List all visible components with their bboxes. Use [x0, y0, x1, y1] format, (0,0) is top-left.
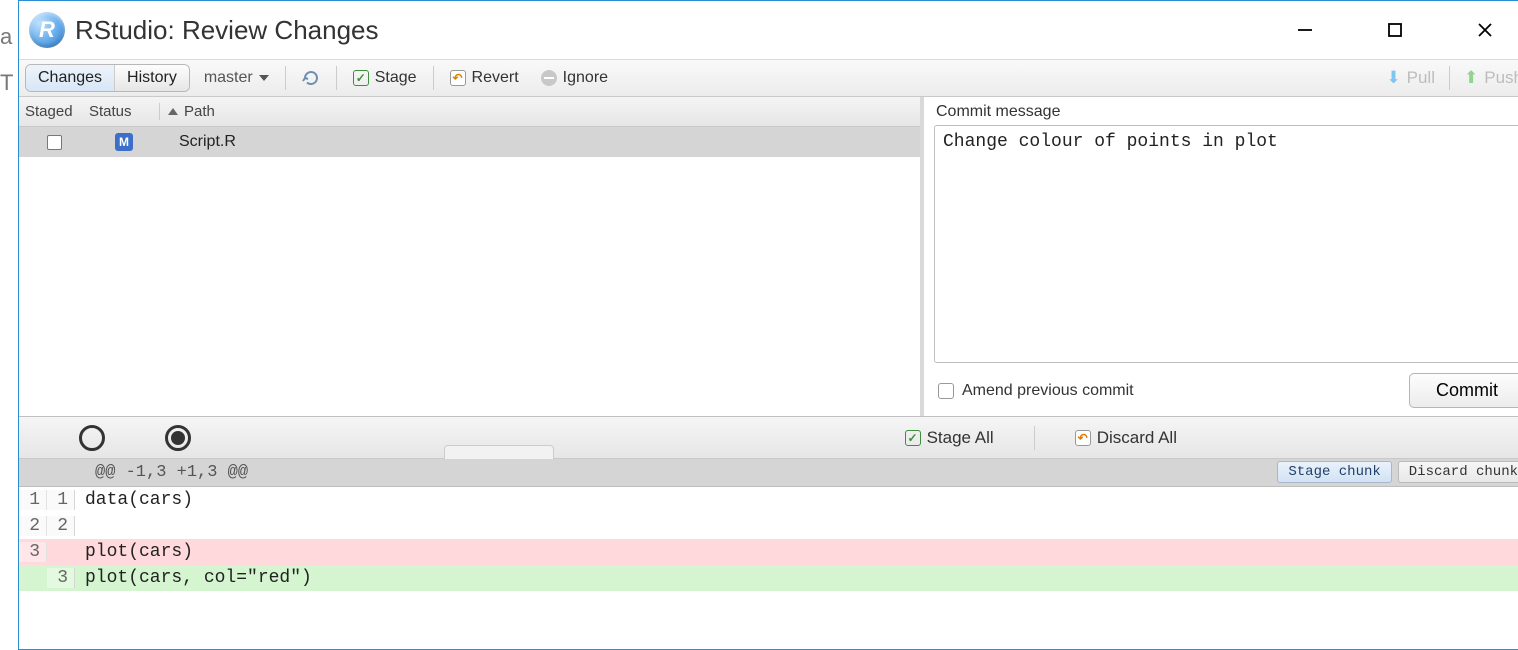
file-list-pane: Staged Status Path M Script.R — [19, 97, 924, 416]
window-title: RStudio: Review Changes — [75, 15, 379, 46]
ignore-icon — [541, 70, 557, 86]
commit-button[interactable]: Commit — [1409, 373, 1518, 408]
minimize-button[interactable] — [1285, 10, 1325, 50]
stage-chunk-button[interactable]: Stage chunk — [1277, 461, 1391, 483]
close-button[interactable] — [1465, 10, 1505, 50]
push-icon: ⬆ — [1464, 68, 1478, 88]
commit-bottom-bar: Amend previous commit Commit — [934, 373, 1518, 408]
stage-label: Stage — [375, 69, 417, 87]
branch-selector[interactable]: master — [196, 69, 277, 87]
chevron-down-icon — [259, 75, 269, 81]
push-label: Push — [1484, 68, 1518, 88]
gutter-new: 1 — [47, 490, 75, 510]
sort-asc-icon — [168, 108, 178, 115]
check-icon: ✓ — [353, 70, 369, 86]
file-status-cell: M — [89, 133, 159, 151]
diff-line[interactable]: 2 2 — [19, 513, 1518, 539]
file-row[interactable]: M Script.R — [19, 127, 920, 157]
diff-mode-radios — [29, 425, 191, 451]
separator — [1034, 426, 1035, 450]
pull-button[interactable]: ⬇ Pull — [1380, 68, 1441, 88]
diff-line-removed[interactable]: 3 plot(cars) — [19, 539, 1518, 565]
gutter-old: 2 — [19, 516, 47, 536]
stage-button[interactable]: ✓ Stage — [345, 65, 425, 91]
file-path: Script.R — [159, 133, 920, 151]
col-header-path[interactable]: Path — [159, 103, 920, 120]
separator — [336, 66, 337, 90]
commit-message-input[interactable] — [934, 125, 1518, 363]
col-label-path: Path — [184, 103, 215, 120]
diff-line-added[interactable]: 3 plot(cars, col="red") — [19, 565, 1518, 591]
gutter-old: 1 — [19, 490, 47, 510]
diff-line[interactable]: 1 1 data(cars) — [19, 487, 1518, 513]
discard-all-button[interactable]: ↶ Discard All — [1067, 424, 1185, 452]
tab-changes[interactable]: Changes — [26, 65, 115, 91]
ignore-button[interactable]: Ignore — [533, 65, 616, 91]
file-staged-cell — [19, 135, 89, 150]
separator — [1449, 66, 1450, 90]
hunk-range: @@ -1,3 +1,3 @@ — [95, 463, 248, 482]
discard-chunk-button[interactable]: Discard chunk — [1398, 461, 1518, 483]
titlebar: R RStudio: Review Changes — [19, 1, 1518, 59]
amend-checkbox[interactable] — [938, 383, 954, 399]
separator — [285, 66, 286, 90]
background-letter-a: a T — [0, 0, 13, 96]
stage-checkbox[interactable] — [47, 135, 62, 150]
refresh-icon — [302, 69, 320, 87]
gutter-new: 2 — [47, 516, 75, 536]
amend-label: Amend previous commit — [962, 382, 1134, 400]
maximize-button[interactable] — [1375, 10, 1415, 50]
commit-message-label: Commit message — [936, 103, 1518, 121]
col-header-staged[interactable]: Staged — [19, 103, 89, 120]
ignore-label: Ignore — [563, 69, 608, 87]
branch-name: master — [204, 69, 253, 87]
stage-all-label: Stage All — [927, 428, 994, 448]
gutter-old: 3 — [19, 542, 47, 562]
pull-icon: ⬇ — [1386, 68, 1400, 88]
refresh-button[interactable] — [294, 65, 328, 91]
commit-pane: Commit message Amend previous commit Com… — [924, 97, 1518, 416]
file-list-empty — [19, 157, 920, 416]
middle-pane: Staged Status Path M Script.R Commit mes… — [19, 97, 1518, 417]
diff-mode-radio-2[interactable] — [165, 425, 191, 451]
diff-code: data(cars) — [75, 490, 1518, 510]
diff-hunk-header: @@ -1,3 +1,3 @@ Stage chunk Discard chun… — [19, 459, 1518, 487]
revert-label: Revert — [472, 69, 519, 87]
status-modified-icon: M — [115, 133, 133, 151]
stage-all-button[interactable]: ✓ Stage All — [897, 424, 1002, 452]
view-toggle: Changes History — [25, 64, 190, 92]
diff-tab[interactable] — [444, 445, 554, 459]
revert-button[interactable]: ↶ Revert — [442, 65, 527, 91]
diff-code: plot(cars) — [75, 542, 1518, 562]
tab-history[interactable]: History — [115, 65, 189, 91]
check-icon: ✓ — [905, 430, 921, 446]
push-button[interactable]: ⬆ Push — [1458, 68, 1518, 88]
diff-mode-radio-1[interactable] — [79, 425, 105, 451]
discard-all-label: Discard All — [1097, 428, 1177, 448]
separator — [433, 66, 434, 90]
window-controls — [1285, 10, 1518, 50]
discard-icon: ↶ — [1075, 430, 1091, 446]
col-header-status[interactable]: Status — [89, 103, 159, 120]
diff-body: 1 1 data(cars) 2 2 3 plot(cars) 3 plot(c… — [19, 487, 1518, 591]
revert-icon: ↶ — [450, 70, 466, 86]
pull-label: Pull — [1407, 68, 1435, 88]
rstudio-app-icon: R — [29, 12, 65, 48]
gutter-new: 3 — [47, 568, 75, 588]
diff-code: plot(cars, col="red") — [75, 568, 1518, 588]
main-toolbar: Changes History master ✓ Stage ↶ Revert … — [19, 59, 1518, 97]
file-list-header: Staged Status Path — [19, 97, 920, 127]
diff-toolbar: ✓ Stage All ↶ Discard All — [19, 417, 1518, 459]
review-changes-window: R RStudio: Review Changes Changes Histor… — [18, 0, 1518, 650]
